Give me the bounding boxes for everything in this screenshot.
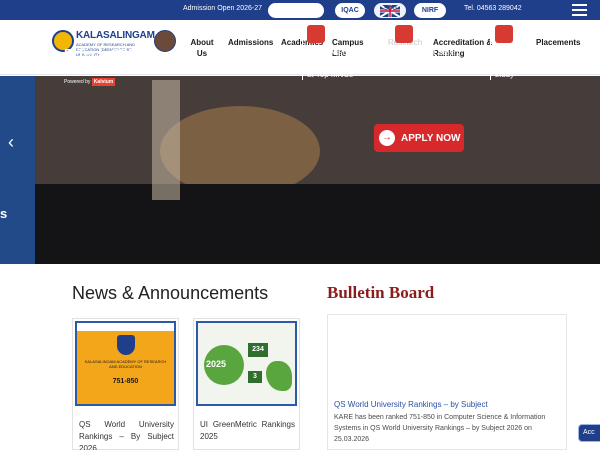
thumb-year: 2025	[206, 359, 227, 369]
program-title: B.Tech CSE	[64, 46, 137, 61]
news-card[interactable]: KALASALINGAM ACADEMY OF RESEARCH AND EDU…	[72, 318, 179, 450]
previous-slide-text: s	[0, 206, 8, 221]
numeral-one-graphic	[152, 80, 180, 200]
nav-about[interactable]: About Us	[188, 37, 216, 59]
shield-icon	[117, 335, 135, 355]
news-card-image: 2025 234 3	[196, 321, 297, 406]
sdg-button[interactable]: SDG	[374, 3, 406, 18]
city-skyline	[35, 184, 600, 264]
news-card[interactable]: 2025 234 3 UI GreenMetric Rankings 2025	[193, 318, 300, 450]
admission-open-link[interactable]: Admission Open 2026-27	[183, 5, 262, 12]
feature-text: Min. 7-Digit Salary	[395, 48, 461, 57]
logo-name: KALASALINGAM	[76, 30, 155, 41]
apply-now-button[interactable]: → APPLY NOW	[374, 124, 464, 152]
apply-now-label: APPLY NOW	[401, 132, 461, 144]
feature-earn: Earn up to INR 8 Lakhs while you study	[490, 25, 555, 80]
powered-by-label: Powered by	[64, 79, 91, 85]
news-card-caption[interactable]: UI GreenMetric Rankings 2025	[200, 419, 295, 443]
previous-slide-preview: s	[0, 76, 35, 264]
top-utility-bar: Admission Open 2026-27 IQAC SDG NIRF Tel…	[0, 0, 600, 20]
bulletin-item-title[interactable]: QS World University Rankings – by Subjec…	[334, 400, 488, 409]
accessibility-tab[interactable]: Acc	[578, 424, 600, 442]
nav-admissions[interactable]: Admissions	[228, 37, 273, 48]
hero-banner[interactable]: s ‹	[0, 76, 600, 264]
india-map-icon	[266, 361, 292, 391]
feature-salary: Min. 7-Digit Salary when you graduate	[390, 25, 463, 69]
feature-text: 100% Assured	[307, 48, 359, 57]
thumb-number: 3	[248, 371, 262, 383]
feature-text: study	[495, 70, 515, 79]
thumb-rank: 751-850	[112, 378, 139, 385]
graduation-cap-icon	[395, 25, 413, 43]
menu-hamburger-icon[interactable]	[572, 4, 587, 16]
carousel-prev-arrow-icon[interactable]: ‹	[8, 132, 14, 153]
rupee-bag-icon	[495, 25, 513, 43]
program-specialisation: Specialisation in Software Product Engin…	[64, 63, 140, 75]
thumb-title: KALASALINGAM ACADEMY OF RESEARCH AND EDU…	[84, 359, 167, 369]
feature-placements: 100% Assured Dream Placements at Top MNC…	[302, 25, 375, 80]
telephone-number: Tel. 04563 289042	[464, 5, 522, 12]
nirf-button[interactable]: NIRF	[414, 3, 446, 18]
news-card-image: KALASALINGAM ACADEMY OF RESEARCH AND EDU…	[75, 321, 176, 406]
founder-portrait	[154, 30, 176, 52]
arrow-right-icon: →	[379, 130, 395, 146]
feature-text: at Top MNCs	[307, 70, 354, 79]
kalvium-logo: Kalvium	[91, 78, 116, 86]
feature-text: Lakhs while you	[495, 59, 552, 68]
sdg-label: SDG	[384, 6, 398, 12]
bulletin-item-body: KARE has been ranked 751-850 in Computer…	[334, 414, 546, 443]
feature-text: when you graduate	[395, 59, 464, 68]
feature-text: Earn up to INR 8	[495, 48, 555, 57]
award-icon	[307, 25, 325, 43]
news-section-title: News & Announcements	[72, 283, 269, 303]
feature-text: Dream Placements	[307, 59, 376, 68]
search-input[interactable]	[268, 3, 324, 18]
news-card-caption[interactable]: QS World University Rankings – By Subjec…	[79, 419, 174, 450]
thumb-number: 234	[248, 343, 268, 357]
bulletin-section-title: Bulletin Board	[327, 283, 435, 302]
iqac-button[interactable]: IQAC	[335, 3, 365, 18]
powered-by: Powered by Kalvium	[64, 78, 116, 86]
